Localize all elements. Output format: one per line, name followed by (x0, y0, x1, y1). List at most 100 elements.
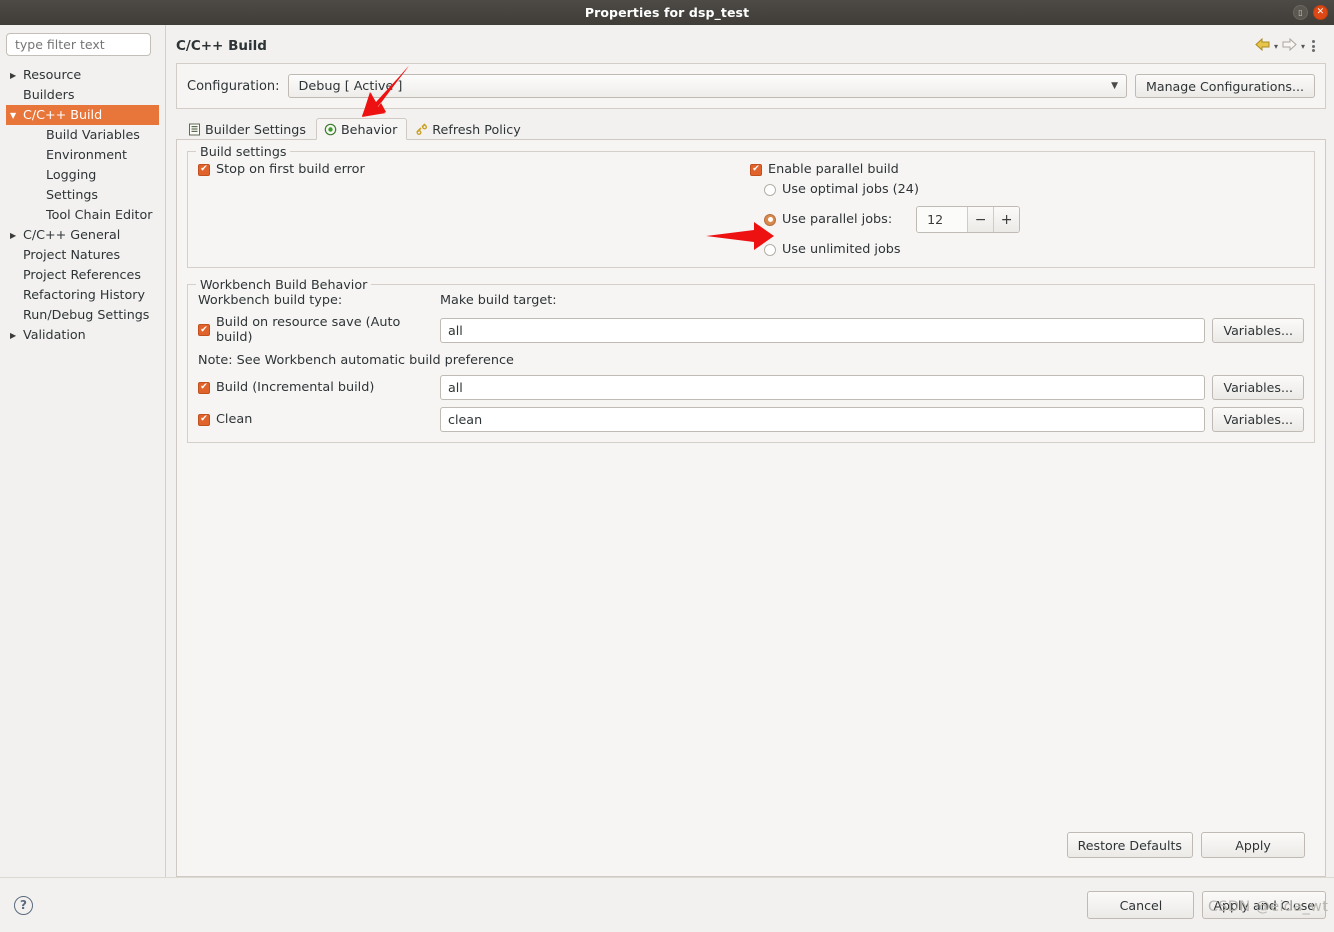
configuration-combo[interactable]: Debug [ Active ] ▼ (287, 74, 1127, 98)
sidebar-item-c-c-build[interactable]: ▼ C/C++ Build (6, 105, 159, 125)
enable-parallel-build-label: Enable parallel build (768, 162, 899, 177)
back-arrow-icon[interactable] (1255, 37, 1270, 54)
radio-icon (764, 183, 776, 196)
sidebar-item-builders[interactable]: Builders (6, 85, 159, 105)
behavior-tab-panel: Build settings Stop on first build error (176, 139, 1326, 877)
filter-input[interactable] (6, 33, 151, 56)
workbench-build-type-header: Workbench build type: (198, 293, 343, 308)
use-parallel-jobs-label: Use parallel jobs: (782, 212, 893, 227)
sidebar-item-build-variables[interactable]: Build Variables (6, 125, 159, 145)
workbench-row: Build (Incremental build) allVariables... (198, 375, 1304, 400)
properties-dialog: ▶ResourceBuilders▼C/C++ BuildBuild Varia… (0, 25, 1334, 932)
make-build-target-input[interactable]: all (440, 317, 1206, 343)
variables-button[interactable]: Variables... (1212, 317, 1304, 343)
tab-behavior[interactable]: Behavior (315, 118, 408, 140)
parallel-jobs-stepper[interactable]: 12 − + (916, 206, 1021, 233)
help-icon[interactable]: ? (14, 895, 33, 915)
page-title: C/C++ Build (176, 38, 267, 54)
use-parallel-jobs-row: Use parallel jobs: 12 − + (764, 206, 1304, 233)
sidebar-item-tool-chain-editor[interactable]: Tool Chain Editor (6, 205, 159, 225)
build-settings-group-title: Build settings (196, 144, 291, 159)
variables-button[interactable]: Variables... (1212, 375, 1304, 400)
sidebar-item-label: C/C++ General (23, 226, 121, 242)
use-unlimited-jobs-radio[interactable]: Use unlimited jobs (764, 242, 1304, 257)
enable-parallel-build-checkbox[interactable]: Enable parallel build (750, 162, 1304, 177)
sidebar-item-label: Environment (46, 146, 128, 162)
content-header: C/C++ Build ▾ ▾ (176, 33, 1326, 59)
build-settings-group: Build settings Stop on first build error (187, 144, 1315, 268)
sidebar-item-label: Project References (23, 266, 141, 282)
make-build-target-input[interactable]: all (440, 375, 1206, 400)
restore-defaults-button[interactable]: Restore Defaults (1066, 832, 1193, 858)
parallel-jobs-increment-button[interactable]: + (993, 207, 1020, 232)
use-unlimited-jobs-label: Use unlimited jobs (782, 242, 901, 257)
configuration-bar: Configuration: Debug [ Active ] ▼ Manage… (176, 63, 1326, 109)
tab-builder-settings[interactable]: Builder Settings (180, 118, 316, 140)
restore-icon[interactable]: ▯ (1293, 5, 1308, 20)
workbench-row-checkbox[interactable]: Build on resource save (Auto build) (198, 315, 440, 345)
make-build-target-header: Make build target: (440, 293, 557, 308)
workbench-row-checkbox[interactable]: Build (Incremental build) (198, 380, 440, 395)
sidebar-item-label: Logging (46, 166, 97, 182)
panel-button-row: Restore Defaults Apply (187, 822, 1315, 866)
sidebar-item-validation[interactable]: ▶ Validation (6, 325, 159, 345)
use-parallel-jobs-radio[interactable]: Use parallel jobs: (764, 212, 892, 227)
workbench-row: Clean cleanVariables... (198, 407, 1304, 432)
sidebar-item-logging[interactable]: Logging (6, 165, 159, 185)
radio-icon (764, 243, 776, 256)
sidebar-item-project-references[interactable]: Project References (6, 265, 159, 285)
forward-arrow-icon[interactable] (1282, 37, 1297, 54)
forward-history-caret-icon[interactable]: ▾ (1301, 42, 1305, 51)
workbench-row-label: Build (Incremental build) (216, 380, 375, 395)
apply-button[interactable]: Apply (1201, 832, 1305, 858)
chevron-right-icon[interactable]: ▶ (10, 331, 23, 340)
window-titlebar: Properties for dsp_test ▯ ✕ (0, 0, 1334, 25)
view-menu-icon[interactable] (1309, 40, 1318, 52)
sidebar-item-project-natures[interactable]: Project Natures (6, 245, 159, 265)
settings-sidebar: ▶ResourceBuilders▼C/C++ BuildBuild Varia… (0, 25, 166, 877)
apply-and-close-button[interactable]: Apply and Close (1202, 891, 1326, 919)
workbench-build-behavior-group: Workbench Build Behavior Workbench build… (187, 277, 1315, 443)
back-history-caret-icon[interactable]: ▾ (1274, 42, 1278, 51)
checkbox-icon (198, 324, 210, 336)
build-settings-right-column: Enable parallel build Use optimal jobs (… (746, 162, 1304, 257)
window-controls: ▯ ✕ (1293, 0, 1328, 25)
tab-label: Refresh Policy (432, 122, 521, 137)
settings-content: C/C++ Build ▾ ▾ Configuration: Debug [A… (166, 25, 1334, 877)
parallel-jobs-decrement-button[interactable]: − (967, 207, 994, 232)
manage-configurations-button[interactable]: Manage Configurations... (1134, 74, 1315, 98)
chevron-down-icon: ▼ (1111, 81, 1118, 91)
sidebar-item-label: Refactoring History (23, 286, 146, 302)
workbench-column-headers: Workbench build type: Make build target: (198, 293, 1304, 308)
sidebar-item-label: Run/Debug Settings (23, 306, 150, 322)
sidebar-item-resource[interactable]: ▶ Resource (6, 65, 159, 85)
checkbox-icon (198, 163, 210, 176)
sidebar-item-label: Resource (23, 66, 82, 82)
close-icon[interactable]: ✕ (1313, 5, 1328, 20)
workbench-row-label: Build on resource save (Auto build) (216, 315, 401, 345)
header-navigation: ▾ ▾ (1255, 37, 1324, 54)
workbench-row-checkbox[interactable]: Clean (198, 412, 440, 427)
parallel-jobs-value[interactable]: 12 (917, 207, 968, 232)
sidebar-item-c-c-general[interactable]: ▶ C/C++ General (6, 225, 159, 245)
use-optimal-jobs-radio[interactable]: Use optimal jobs (24) (764, 182, 1304, 197)
make-build-target-input[interactable]: clean (440, 407, 1206, 432)
chevron-right-icon[interactable]: ▶ (10, 231, 23, 240)
sidebar-item-refactoring-history[interactable]: Refactoring History (6, 285, 159, 305)
tab-refresh-policy[interactable]: Refresh Policy (407, 118, 530, 140)
checkbox-icon (750, 163, 762, 176)
chevron-right-icon[interactable]: ▶ (10, 71, 23, 80)
sidebar-item-label: Build Variables (46, 126, 140, 142)
sidebar-item-run-debug-settings[interactable]: Run/Debug Settings (6, 305, 159, 325)
sidebar-item-environment[interactable]: Environment (6, 145, 159, 165)
cancel-button[interactable]: Cancel (1087, 891, 1195, 919)
settings-tabs: Builder Settings Behavior Refresh Policy (176, 118, 1326, 140)
builder-settings-icon (188, 123, 201, 136)
chevron-down-icon[interactable]: ▼ (10, 111, 23, 120)
workbench-row-label: Clean (216, 412, 253, 427)
variables-button[interactable]: Variables... (1212, 407, 1304, 432)
use-optimal-jobs-label: Use optimal jobs (24) (782, 182, 919, 197)
behavior-icon (324, 123, 337, 136)
stop-on-first-build-error-checkbox[interactable]: Stop on first build error (198, 162, 746, 177)
sidebar-item-settings[interactable]: Settings (6, 185, 159, 205)
